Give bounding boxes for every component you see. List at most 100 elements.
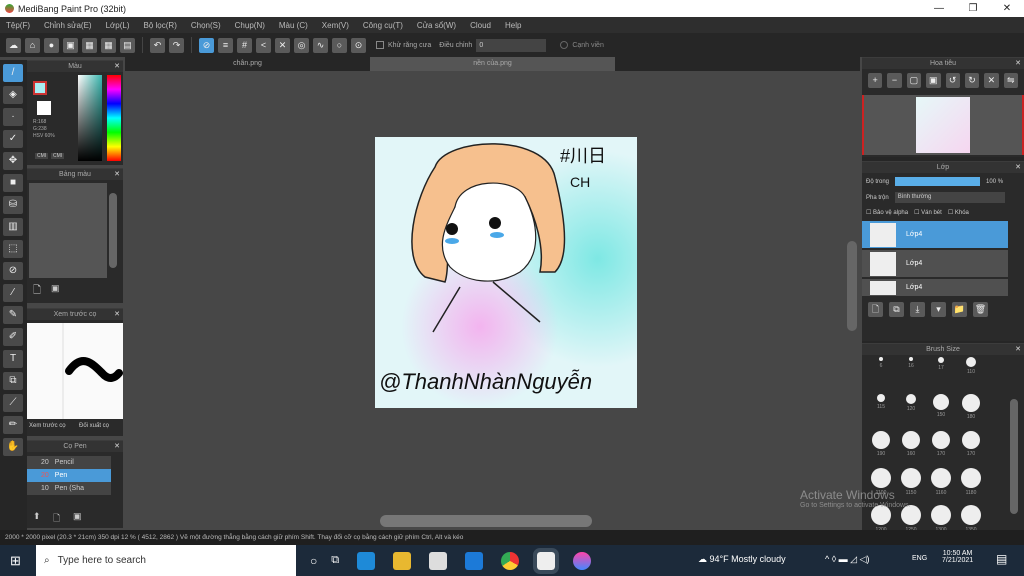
merge-layer-icon[interactable]: ⤓ xyxy=(910,302,925,317)
brush-size-option[interactable]: 160 xyxy=(896,431,926,468)
comment-icon[interactable]: ● xyxy=(44,37,59,53)
brush-item-pen-sharp[interactable]: 10 Pen (Sha xyxy=(27,482,111,495)
snap-settings-icon[interactable]: ⊙ xyxy=(351,37,366,53)
color-mode-button[interactable]: CMI xyxy=(35,153,49,159)
snap-grid-icon[interactable]: # xyxy=(237,37,252,53)
brush-size-option[interactable]: 170 xyxy=(926,431,956,468)
tab-chan[interactable]: chân.png xyxy=(125,57,370,71)
snap-parallel-icon[interactable]: ≡ xyxy=(218,37,233,53)
grid2-icon[interactable]: ▦ xyxy=(101,37,116,53)
move-tool-icon[interactable]: ✥ xyxy=(3,152,23,170)
pen-tool-icon[interactable]: ✏ xyxy=(3,416,23,434)
menu-help[interactable]: Help xyxy=(505,21,521,30)
brush-size-scrollbar[interactable] xyxy=(1010,399,1018,514)
select-tool-icon[interactable]: ⬚ xyxy=(3,240,23,258)
layer-row[interactable]: Lớp4 xyxy=(862,250,1008,278)
magic-wand-tool-icon[interactable]: ⁄ xyxy=(3,284,23,302)
divide-tool-icon[interactable]: ⧉ xyxy=(3,372,23,390)
brush-tool-icon[interactable]: / xyxy=(3,64,23,82)
hue-slider[interactable] xyxy=(107,75,121,161)
eyedropper-tool-icon[interactable]: ⟋ xyxy=(3,394,23,412)
reset-icon[interactable]: ✕ xyxy=(984,73,999,88)
actual-size-icon[interactable]: ▣ xyxy=(926,73,941,88)
layer-row[interactable]: Lớp4 xyxy=(862,221,1008,249)
menu-view[interactable]: Xem(V) xyxy=(322,21,349,30)
notification-icon[interactable]: ▤ xyxy=(996,552,1007,566)
store-icon[interactable] xyxy=(429,551,448,570)
brush-size-option[interactable]: 1180 xyxy=(956,468,986,505)
tab-nen-cua[interactable]: nền của.png xyxy=(370,57,615,71)
color-mode-button-2[interactable]: CMI xyxy=(51,153,65,159)
brush-size-option[interactable]: 190 xyxy=(866,431,896,468)
hand-tool-icon[interactable]: ✋ xyxy=(3,438,23,456)
brush-size-option[interactable]: 115 xyxy=(866,394,896,431)
snap-off-icon[interactable]: ⊘ xyxy=(199,37,214,53)
artwork-canvas[interactable]: #川日 CH @ThanhNhànNguyễn xyxy=(375,137,637,408)
delete-layer-icon[interactable]: 🗑 xyxy=(973,302,988,317)
delete-palette-icon[interactable]: ▣ xyxy=(51,283,60,294)
zoom-in-icon[interactable]: + xyxy=(868,73,883,88)
correction-select[interactable]: 0 xyxy=(476,38,547,52)
taskbar-search[interactable]: ⌕ Type here to search xyxy=(36,545,296,576)
file-explorer-icon[interactable] xyxy=(393,551,412,570)
menu-color[interactable]: Màu (C) xyxy=(279,21,308,30)
save-icon[interactable]: ▤ xyxy=(120,37,135,53)
opacity-slider[interactable] xyxy=(895,177,981,186)
copy-layer-icon[interactable]: ⧉ xyxy=(889,302,904,317)
menu-layer[interactable]: Lớp(L) xyxy=(106,21,130,30)
color-sv-picker[interactable] xyxy=(78,75,102,161)
eraser-tool-icon[interactable]: ◈ xyxy=(3,86,23,104)
brush-size-option[interactable]: 170 xyxy=(956,431,986,468)
clock[interactable]: 10:50 AM 7/21/2021 xyxy=(942,550,973,564)
fill-rect-tool-icon[interactable]: ■ xyxy=(3,174,23,192)
horizontal-scrollbar[interactable] xyxy=(380,515,592,527)
close-button[interactable]: ✕ xyxy=(990,0,1024,17)
menu-tools[interactable]: Công cụ(T) xyxy=(363,21,403,30)
navigator-preview[interactable] xyxy=(862,95,1024,155)
dot-tool-icon[interactable]: · xyxy=(3,108,23,126)
menu-cloud[interactable]: Cloud xyxy=(470,21,491,30)
windows-start-icon[interactable]: ⊞ xyxy=(10,553,21,569)
folder-icon[interactable]: 📁 xyxy=(952,302,967,317)
grid-icon[interactable]: ▦ xyxy=(82,37,97,53)
image-icon[interactable]: ▣ xyxy=(63,37,78,53)
snap-ring-icon[interactable]: ○ xyxy=(332,37,347,53)
palette-scrollbar[interactable] xyxy=(109,193,117,268)
brush-size-option[interactable]: 16 xyxy=(896,357,926,394)
blend-mode-select[interactable]: Bình thường xyxy=(894,192,1005,203)
palette-area[interactable] xyxy=(29,183,107,278)
new-palette-icon[interactable]: 🗋 xyxy=(33,283,41,300)
layer-menu-icon[interactable]: ▾ xyxy=(931,302,946,317)
add-brush-icon[interactable]: ⬆ xyxy=(33,511,41,522)
tab-brush-export[interactable]: Đối xuất cọ xyxy=(79,423,109,429)
foreground-color-swatch[interactable] xyxy=(33,81,47,95)
text-tool-icon[interactable]: T xyxy=(3,350,23,368)
brush-settings-icon[interactable]: ▣ xyxy=(73,511,82,522)
menu-edit[interactable]: Chỉnh sửa(E) xyxy=(44,21,92,30)
tray-icons[interactable]: ^ ◊ ▬ ◿ ◁) xyxy=(825,554,870,565)
edge-browser-icon[interactable] xyxy=(357,551,376,570)
new-brush-icon[interactable]: 🗋 xyxy=(53,511,60,527)
redo-icon[interactable]: ↷ xyxy=(169,37,184,53)
weather-widget[interactable]: ☁ 94°F Mostly cloudy xyxy=(698,554,786,565)
mail-icon[interactable] xyxy=(465,551,484,570)
zoom-out-icon[interactable]: − xyxy=(887,73,902,88)
menu-file[interactable]: Tệp(F) xyxy=(6,21,30,30)
maximize-button[interactable]: ❐ xyxy=(956,0,990,17)
vertical-scrollbar[interactable] xyxy=(847,241,857,331)
paint-app-icon[interactable] xyxy=(573,551,592,570)
protect-alpha-checkbox[interactable]: ☐ Bảo vệ alpha xyxy=(866,209,908,216)
brush-size-option[interactable]: 150 xyxy=(926,394,956,431)
brush-size-option[interactable]: 17 xyxy=(926,357,956,394)
bucket-tool-icon[interactable]: ⛁ xyxy=(3,196,23,214)
edge-checkbox[interactable] xyxy=(560,41,569,49)
select-pen-tool-icon[interactable]: ✎ xyxy=(3,306,23,324)
check-tool-icon[interactable]: ✓ xyxy=(3,130,23,148)
fit-icon[interactable]: ▢ xyxy=(906,73,922,88)
lasso-tool-icon[interactable]: ⊘ xyxy=(3,262,23,280)
brush-item-pencil[interactable]: 20 Pencil xyxy=(27,456,111,469)
snap-circle-icon[interactable]: ◎ xyxy=(294,37,309,53)
menu-filter[interactable]: Bộ lọc(R) xyxy=(144,21,177,30)
clipping-checkbox[interactable]: ☐ Ván bét xyxy=(914,209,942,216)
background-color-swatch[interactable] xyxy=(37,101,51,115)
